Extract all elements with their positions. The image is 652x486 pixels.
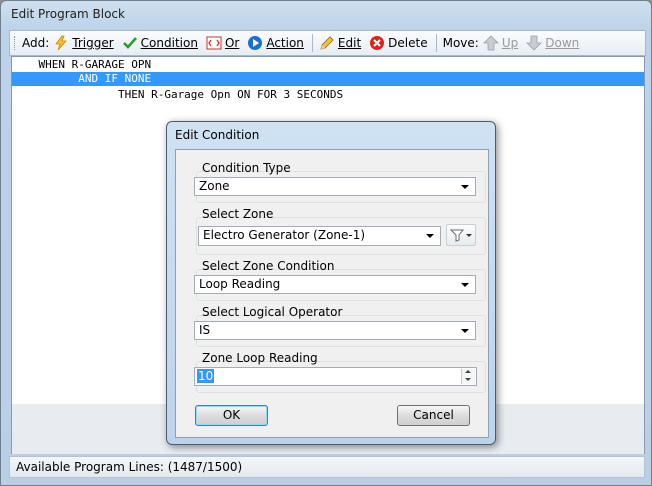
up-label: Up <box>501 36 519 50</box>
toolbar-separator <box>435 34 437 52</box>
delete-label: Delete <box>388 36 428 50</box>
logical-operator-label: Select Logical Operator <box>202 305 343 319</box>
available-lines-text: Available Program Lines: (1487/1500) <box>16 460 243 474</box>
toolbar: Add: Trigger Condition Or Action Edit De… <box>9 30 646 56</box>
move-down-button[interactable]: Down <box>526 35 579 51</box>
edit-label: Edit <box>337 36 362 50</box>
dialog-body: Condition Type Zone Select Zone Electro … <box>175 149 489 438</box>
add-label: Add: <box>22 36 50 50</box>
loop-reading-value[interactable]: 10 <box>197 369 215 383</box>
toolbar-grip[interactable] <box>14 36 18 50</box>
chevron-down-icon <box>461 329 469 333</box>
condition-type-select[interactable]: Zone <box>194 177 476 196</box>
filter-icon <box>449 229 472 242</box>
logical-operator-select[interactable]: IS <box>194 321 476 340</box>
or-label: Or <box>224 36 240 50</box>
select-zone-value: Electro Generator (Zone-1) <box>203 228 366 242</box>
trigger-icon <box>55 35 68 51</box>
program-line[interactable]: WHEN R-GARAGE OPN <box>12 58 644 72</box>
chevron-down-icon <box>461 283 469 287</box>
spinner-buttons <box>461 369 475 384</box>
chevron-down-icon <box>461 185 469 189</box>
toolbar-separator <box>311 34 313 52</box>
zone-filter-button[interactable] <box>446 224 476 246</box>
down-label: Down <box>545 36 580 50</box>
delete-icon <box>370 36 385 50</box>
condition-type-label: Condition Type <box>202 161 291 175</box>
zone-condition-select[interactable]: Loop Reading <box>194 275 476 294</box>
or-icon <box>206 36 222 50</box>
zone-condition-label: Select Zone Condition <box>202 259 335 273</box>
chevron-down-icon <box>426 234 434 238</box>
up-arrow-icon <box>482 35 499 51</box>
program-line-selected[interactable]: AND IF NONE <box>12 72 644 86</box>
loop-reading-spinner[interactable]: 10 <box>194 367 477 386</box>
move-label: Move: <box>442 36 479 50</box>
edit-pencil-icon <box>320 36 334 50</box>
trigger-label: Trigger <box>72 36 114 50</box>
loop-reading-label: Zone Loop Reading <box>202 351 318 365</box>
add-trigger-button[interactable]: Trigger <box>53 35 114 51</box>
move-up-button[interactable]: Up <box>482 35 519 51</box>
window-title: Edit Program Block <box>11 7 125 21</box>
status-bar: Available Program Lines: (1487/1500) <box>9 456 645 478</box>
action-icon <box>248 36 263 50</box>
ok-button[interactable]: OK <box>195 405 268 426</box>
zone-condition-value: Loop Reading <box>199 277 281 291</box>
action-label: Action <box>266 36 304 50</box>
dialog-title: Edit Condition <box>175 128 260 142</box>
condition-label: Condition <box>140 36 198 50</box>
add-condition-button[interactable]: Condition <box>122 35 198 51</box>
delete-button[interactable]: Delete <box>369 35 428 51</box>
cancel-button[interactable]: Cancel <box>397 405 470 426</box>
edit-condition-dialog: Edit Condition Condition Type Zone Selec… <box>166 121 496 445</box>
logical-operator-value: IS <box>199 323 211 337</box>
spinner-down-icon[interactable] <box>465 378 471 381</box>
condition-type-value: Zone <box>199 179 230 193</box>
spinner-up-icon[interactable] <box>465 370 471 373</box>
program-line[interactable]: THEN R-Garage Opn ON FOR 3 SECONDS <box>12 88 644 102</box>
select-zone-select[interactable]: Electro Generator (Zone-1) <box>198 226 441 246</box>
add-or-button[interactable]: Or <box>206 35 239 51</box>
edit-button[interactable]: Edit <box>319 35 361 51</box>
down-arrow-icon <box>526 35 543 51</box>
add-action-button[interactable]: Action <box>247 35 304 51</box>
condition-check-icon <box>122 37 137 49</box>
select-zone-label: Select Zone <box>202 207 274 221</box>
